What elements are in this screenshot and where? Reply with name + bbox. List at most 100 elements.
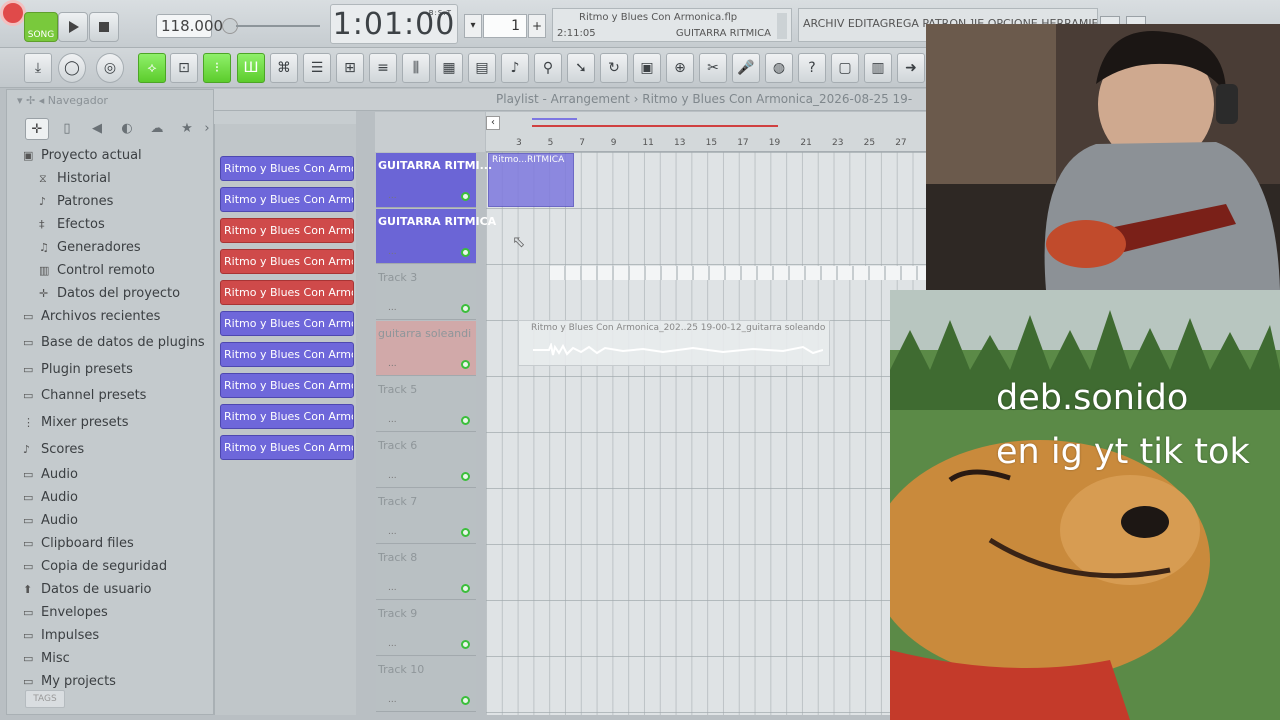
project-panel-scrollbar[interactable] [777,13,787,39]
info-icon[interactable]: ▢ [831,53,859,83]
browser-item[interactable]: ⬆ Datos de usuario [23,582,151,602]
track-mute-toggle[interactable] [461,640,470,649]
clip-item[interactable]: Ritmo y Blues Con Armon... [220,156,354,181]
cpu-icon[interactable]: ⊕ [666,53,694,83]
track-options-icon[interactable]: ... [388,247,397,257]
track-options-icon[interactable]: ... [388,583,397,593]
microphone-icon[interactable]: 🎤 [732,53,760,83]
play-button[interactable] [58,12,88,42]
track-mute-toggle[interactable] [461,584,470,593]
browser-item[interactable]: ▣ Proyecto actual [23,148,142,168]
browser-item[interactable]: ▥ Control remoto [39,263,155,283]
record-button[interactable] [0,0,26,26]
browser-item[interactable]: ▭ Clipboard files [23,536,134,556]
track-mute-toggle[interactable] [461,528,470,537]
track-options-icon[interactable]: ... [388,415,397,425]
playlist-grid[interactable]: Ritmo...RITMICA Ritmo y Blues Con Armoni… [486,152,930,715]
disk-icon[interactable]: ▣ [633,53,661,83]
track-header[interactable]: GUITARRA RITMICA... [376,209,496,264]
all-tab-icon[interactable]: ✛ [25,118,49,140]
browser-item[interactable]: ♪ Scores [23,442,84,462]
arrow-icon[interactable]: ➘ [567,53,595,83]
tags-label[interactable]: TAGS [25,690,65,708]
blend-notes-icon[interactable]: Ш [237,53,265,83]
files-tab-icon[interactable]: ▯ [55,118,79,140]
track-mute-toggle[interactable] [461,696,470,705]
browser-item[interactable]: ▭ Base de datos de plugins [23,335,205,355]
timeline-ruler[interactable]: ‹ 3 5 7 9 11 13 15 17 19 21 23 25 27 [486,112,930,152]
clip-item[interactable]: Ritmo y Blues Con Armon... [220,187,354,212]
mixer-icon[interactable]: ⫼ [402,53,430,83]
track-header[interactable]: Track 3... [376,265,476,320]
step-edit-icon[interactable]: ⁝ [203,53,231,83]
track-options-icon[interactable]: ... [388,527,397,537]
browser-icon[interactable]: ♪ [501,53,529,83]
step-sequencer-icon[interactable]: ⊞ [336,53,364,83]
browser-item[interactable]: ▭ Impulses [23,628,99,648]
clip-item[interactable]: Ritmo y Blues Con Armon... [220,218,354,243]
song-mode-toggle[interactable]: SONG [24,12,58,42]
playlist-icon[interactable]: ≡ [369,53,397,83]
tempo-display[interactable]: 118.000 [156,14,223,38]
track-mute-toggle[interactable] [461,472,470,481]
track-options-icon[interactable]: ... [388,695,397,705]
clip-item[interactable]: Ritmo y Blues Con Armon... [220,373,354,398]
gear-knob-icon[interactable]: ◎ [96,53,124,83]
scroll-left-button[interactable]: ‹ [486,116,500,130]
browser-item[interactable]: ⧖ Historial [39,171,111,191]
clip-item[interactable]: Ritmo y Blues Con Armon... [220,404,354,429]
browser-item[interactable]: ▭ Archivos recientes [23,309,160,329]
chat-icon[interactable]: ◍ [765,53,793,83]
cut-icon[interactable]: ✂ [699,53,727,83]
browser-item[interactable]: ✛ Datos del proyecto [39,286,180,306]
browser-item[interactable]: ‡ Efectos [39,217,105,237]
track-header[interactable]: GUITARRA RITMI...... [376,153,492,208]
track-header[interactable]: guitarra soleandi... [376,321,476,376]
clip-item[interactable]: Ritmo y Blues Con Armon... [220,249,354,274]
browser-item[interactable]: ▭ Envelopes [23,605,108,625]
stop-button[interactable] [89,12,119,42]
browser-item[interactable]: ▭ Copia de seguridad [23,559,167,579]
browser-item[interactable]: ▭ Plugin presets [23,362,133,382]
channel-rack-icon[interactable]: ▦ [435,53,463,83]
track-mute-toggle[interactable] [461,248,470,257]
track-mute-toggle[interactable] [461,304,470,313]
track-header[interactable]: Track 5... [376,377,476,432]
speaker-tab-icon[interactable]: ◀ [85,118,109,140]
browser-item[interactable]: ▭ Audio [23,513,78,533]
browser-item[interactable]: ▭ Audio [23,467,78,487]
track-mute-toggle[interactable] [461,416,470,425]
browser-item[interactable]: ▭ Audio [23,490,78,510]
track-options-icon[interactable]: ... [388,191,397,201]
clip-item[interactable]: Ritmo y Blues Con Armon... [220,311,354,336]
wait-input-icon[interactable]: ⌘ [270,53,298,83]
master-volume-slider[interactable] [222,18,322,34]
add-pattern-button[interactable]: + [528,14,546,38]
keyboard-icon[interactable]: ▥ [864,53,892,83]
cloud-tab-icon[interactable]: ☁ [145,118,169,140]
clip-solo[interactable]: Ritmo y Blues Con Armonica_202..25 19-00… [518,320,830,366]
track-options-icon[interactable]: ... [388,471,397,481]
refresh-icon[interactable]: ↻ [600,53,628,83]
clip-item[interactable]: Ritmo y Blues Con Armon... [220,435,354,460]
track-header[interactable]: Track 6... [376,433,476,488]
pattern-dropdown[interactable]: ▾ [464,14,482,38]
track-mute-toggle[interactable] [461,192,470,201]
clip-item[interactable]: Ritmo y Blues Con Armon... [220,280,354,305]
track-options-icon[interactable]: ... [388,359,397,369]
clip-ritmica[interactable]: Ritmo...RITMICA [488,153,574,207]
track-options-icon[interactable]: ... [388,303,397,313]
track-header[interactable]: Track 10... [376,657,476,712]
countdown-icon[interactable]: ☰ [303,53,331,83]
browser-item[interactable]: ♫ Generadores [39,240,141,260]
save-icon[interactable]: ⤓ [24,53,52,83]
browser-item[interactable]: ▭ Misc [23,651,70,671]
plugin-picker-icon[interactable]: ⚲ [534,53,562,83]
pattern-snap-icon[interactable]: ⟡ [138,53,166,83]
plugin-tab-icon[interactable]: ◐ [115,118,139,140]
help-icon[interactable]: ? [798,53,826,83]
metronome-knob-icon[interactable]: ◯ [58,53,86,83]
next-icon[interactable]: ➜ [897,53,925,83]
browser-item[interactable]: ⋮ Mixer presets [23,415,129,435]
track-mute-toggle[interactable] [461,360,470,369]
